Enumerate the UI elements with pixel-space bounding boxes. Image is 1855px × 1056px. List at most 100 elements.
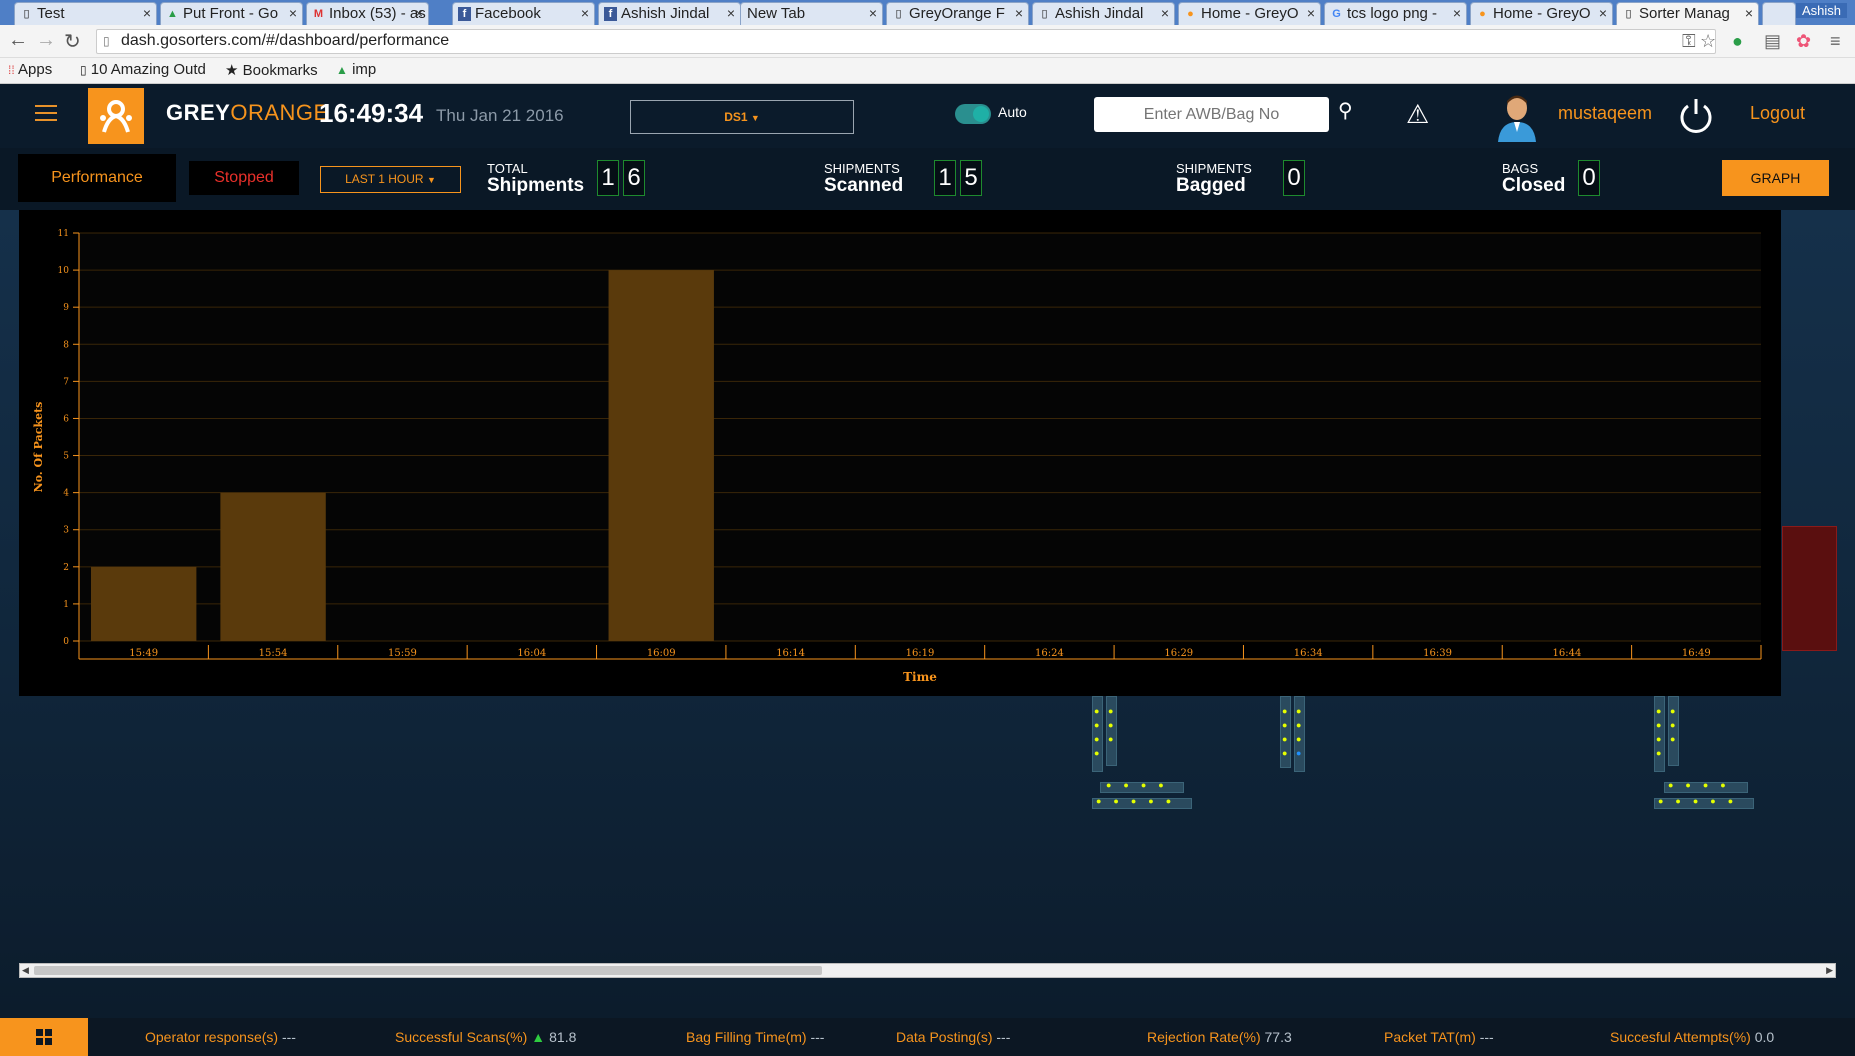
chart-bar — [91, 566, 197, 641]
close-tab-icon[interactable]: × — [581, 5, 589, 21]
close-tab-icon[interactable]: × — [1161, 5, 1169, 21]
horizontal-scrollbar[interactable]: ◀ ▶ — [19, 963, 1836, 978]
performance-bar-chart: 0 1 2 3 4 5 6 7 8 9 10 11 15:49 15:54 15:59 16:04 16:09 1… — [32, 229, 1762, 684]
browser-tab[interactable]: ▯ GreyOrange F × — [886, 2, 1029, 25]
browser-toolbar: ← → ↻ ▯ dash.gosorters.com/#/dashboard/p… — [0, 25, 1855, 58]
address-bar[interactable]: ▯ dash.gosorters.com/#/dashboard/perform… — [96, 29, 1716, 54]
awb-search-input[interactable] — [1094, 97, 1329, 132]
browser-tab[interactable]: ▯ Ashish Jindal × — [1032, 2, 1175, 25]
star-icon: ★ — [225, 62, 239, 79]
avatar[interactable] — [1496, 92, 1538, 142]
extension-icon[interactable]: ✿ — [1796, 31, 1811, 52]
dashboard-grid-button[interactable] — [0, 1018, 88, 1056]
sorter-station[interactable]: ● ● ● ● ● ● ● ●●●● ●●●●● — [1654, 696, 1756, 812]
hamburger-menu-icon[interactable] — [35, 105, 57, 123]
warning-icon[interactable]: ⚠ — [1406, 99, 1429, 130]
x-tick-label: 16:49 — [1682, 648, 1711, 659]
search-icon[interactable]: ⚲ — [1338, 98, 1353, 123]
packet-marker: ●●●● — [1668, 780, 1738, 790]
new-tab-button[interactable] — [1762, 2, 1796, 25]
x-tick-label: 15:54 — [259, 648, 288, 659]
y-tick-label: 8 — [63, 340, 69, 350]
key-icon[interactable]: ⚿ — [1682, 31, 1696, 52]
x-axis-title: Time — [903, 670, 937, 684]
scroll-left-icon[interactable]: ◀ — [22, 964, 29, 977]
browser-tab[interactable]: Gtcs logo png - × — [1324, 2, 1467, 25]
stat-closed-label: Closed — [1502, 175, 1566, 196]
document-icon: ▯ — [23, 8, 30, 20]
browser-tab-active[interactable]: ▯ Sorter Manag × — [1616, 2, 1759, 25]
star-icon[interactable]: ☆ — [1700, 31, 1716, 52]
scroll-right-icon[interactable]: ▶ — [1826, 964, 1833, 977]
bookmark-apps[interactable]: ⁞⁞ Apps — [8, 61, 52, 78]
close-tab-icon[interactable]: × — [1745, 5, 1753, 21]
y-tick-label: 0 — [63, 637, 69, 647]
menu-icon[interactable]: ≡ — [1830, 31, 1841, 52]
packet-marker: ●●●● — [1094, 706, 1100, 758]
close-tab-icon[interactable]: × — [143, 5, 151, 21]
back-icon[interactable]: ← — [8, 29, 28, 52]
close-tab-icon[interactable]: × — [1453, 5, 1461, 21]
browser-tab[interactable]: f Ashish Jindal × — [598, 2, 741, 25]
sorter-station[interactable]: ● ● ● ● ● ● ● ● — [1280, 696, 1310, 776]
y-tick-label: 4 — [63, 489, 69, 499]
packet-marker: ● ● ● — [1670, 706, 1676, 744]
document-icon: ▯ — [895, 8, 902, 20]
y-tick-label: 1 — [63, 600, 69, 610]
close-tab-icon[interactable]: × — [289, 5, 297, 21]
reject-bin[interactable] — [1782, 526, 1837, 651]
page-icon: ▯ — [103, 34, 110, 48]
greyorange-icon: ● — [1187, 8, 1194, 20]
forward-icon[interactable]: → — [36, 29, 56, 52]
close-tab-icon[interactable]: × — [1307, 5, 1315, 21]
stat-closed-label-small: BAGS — [1502, 161, 1539, 176]
reload-icon[interactable]: ↻ — [64, 29, 81, 54]
extension-icon[interactable]: ▤ — [1764, 31, 1781, 52]
time-range-select[interactable]: LAST 1 HOUR ▼ — [320, 166, 461, 193]
y-axis-title: No. Of Packets — [32, 402, 45, 493]
bookmark-item[interactable]: ▯ 10 Amazing Outd — [80, 61, 206, 78]
stat-bagged-label: Bagged — [1176, 175, 1246, 196]
metric-operator-response: Operator response(s) --- — [145, 1029, 296, 1045]
gmail-icon: M — [313, 8, 324, 20]
browser-tab[interactable]: ● Home - GreyO × — [1470, 2, 1613, 25]
caret-down-icon: ▼ — [750, 113, 760, 123]
close-tab-icon[interactable]: × — [1599, 5, 1607, 21]
extension-icon[interactable]: ● — [1732, 31, 1743, 52]
metrics-footer: Operator response(s) --- Successful Scan… — [0, 1018, 1855, 1056]
bookmarks-bar: ⁞⁞ Apps ▯ 10 Amazing Outd ★ Bookmarks ▲ … — [0, 58, 1855, 84]
metric-successful-attempts: Succesful Attempts(%) 0.0 — [1610, 1029, 1775, 1045]
close-tab-icon[interactable]: × — [415, 5, 423, 21]
close-tab-icon[interactable]: × — [727, 5, 735, 21]
auto-toggle[interactable] — [955, 104, 991, 124]
power-icon[interactable] — [1676, 96, 1716, 136]
sorter-station[interactable]: ● ● ● ● ● ● ● ●●●● ●●●●● — [1092, 696, 1194, 812]
bookmark-item[interactable]: ▲ imp — [336, 61, 376, 78]
browser-tab[interactable]: ▲ Put Front - Go × — [160, 2, 303, 25]
logout-link[interactable]: Logout — [1750, 103, 1805, 124]
username[interactable]: mustaqeem — [1558, 103, 1652, 124]
chart-bar — [220, 492, 326, 641]
y-tick-label: 10 — [58, 266, 70, 276]
grid-icon — [36, 1029, 52, 1045]
browser-tab[interactable]: New Tab × — [740, 2, 883, 25]
browser-tab[interactable]: ▯ Test × — [14, 2, 157, 25]
close-tab-icon[interactable]: × — [1015, 5, 1023, 21]
profile-name[interactable]: Ashish — [1795, 3, 1847, 18]
bookmark-folder[interactable]: ★ Bookmarks — [225, 61, 318, 79]
stat-scanned-label: Scanned — [824, 175, 904, 196]
tab-performance[interactable]: Performance — [18, 154, 176, 202]
close-tab-icon[interactable]: × — [869, 5, 877, 21]
metric-packet-tat: Packet TAT(m) --- — [1384, 1029, 1494, 1045]
sorter-select[interactable]: DS1 ▼ — [630, 100, 854, 134]
stat-total-digit: 6 — [623, 160, 645, 196]
scrollbar-thumb[interactable] — [34, 966, 822, 975]
browser-tab[interactable]: ● Home - GreyO × — [1178, 2, 1321, 25]
browser-tab[interactable]: M Inbox (53) - as × — [306, 2, 429, 25]
metric-rejection-rate: Rejection Rate(%) 77.3 — [1147, 1029, 1292, 1045]
metric-data-posting: Data Posting(s) --- — [896, 1029, 1011, 1045]
y-tick-label: 7 — [63, 377, 69, 387]
graph-button[interactable]: GRAPH — [1722, 160, 1829, 196]
browser-tab[interactable]: f Facebook × — [452, 2, 595, 25]
google-icon: G — [1332, 8, 1341, 20]
